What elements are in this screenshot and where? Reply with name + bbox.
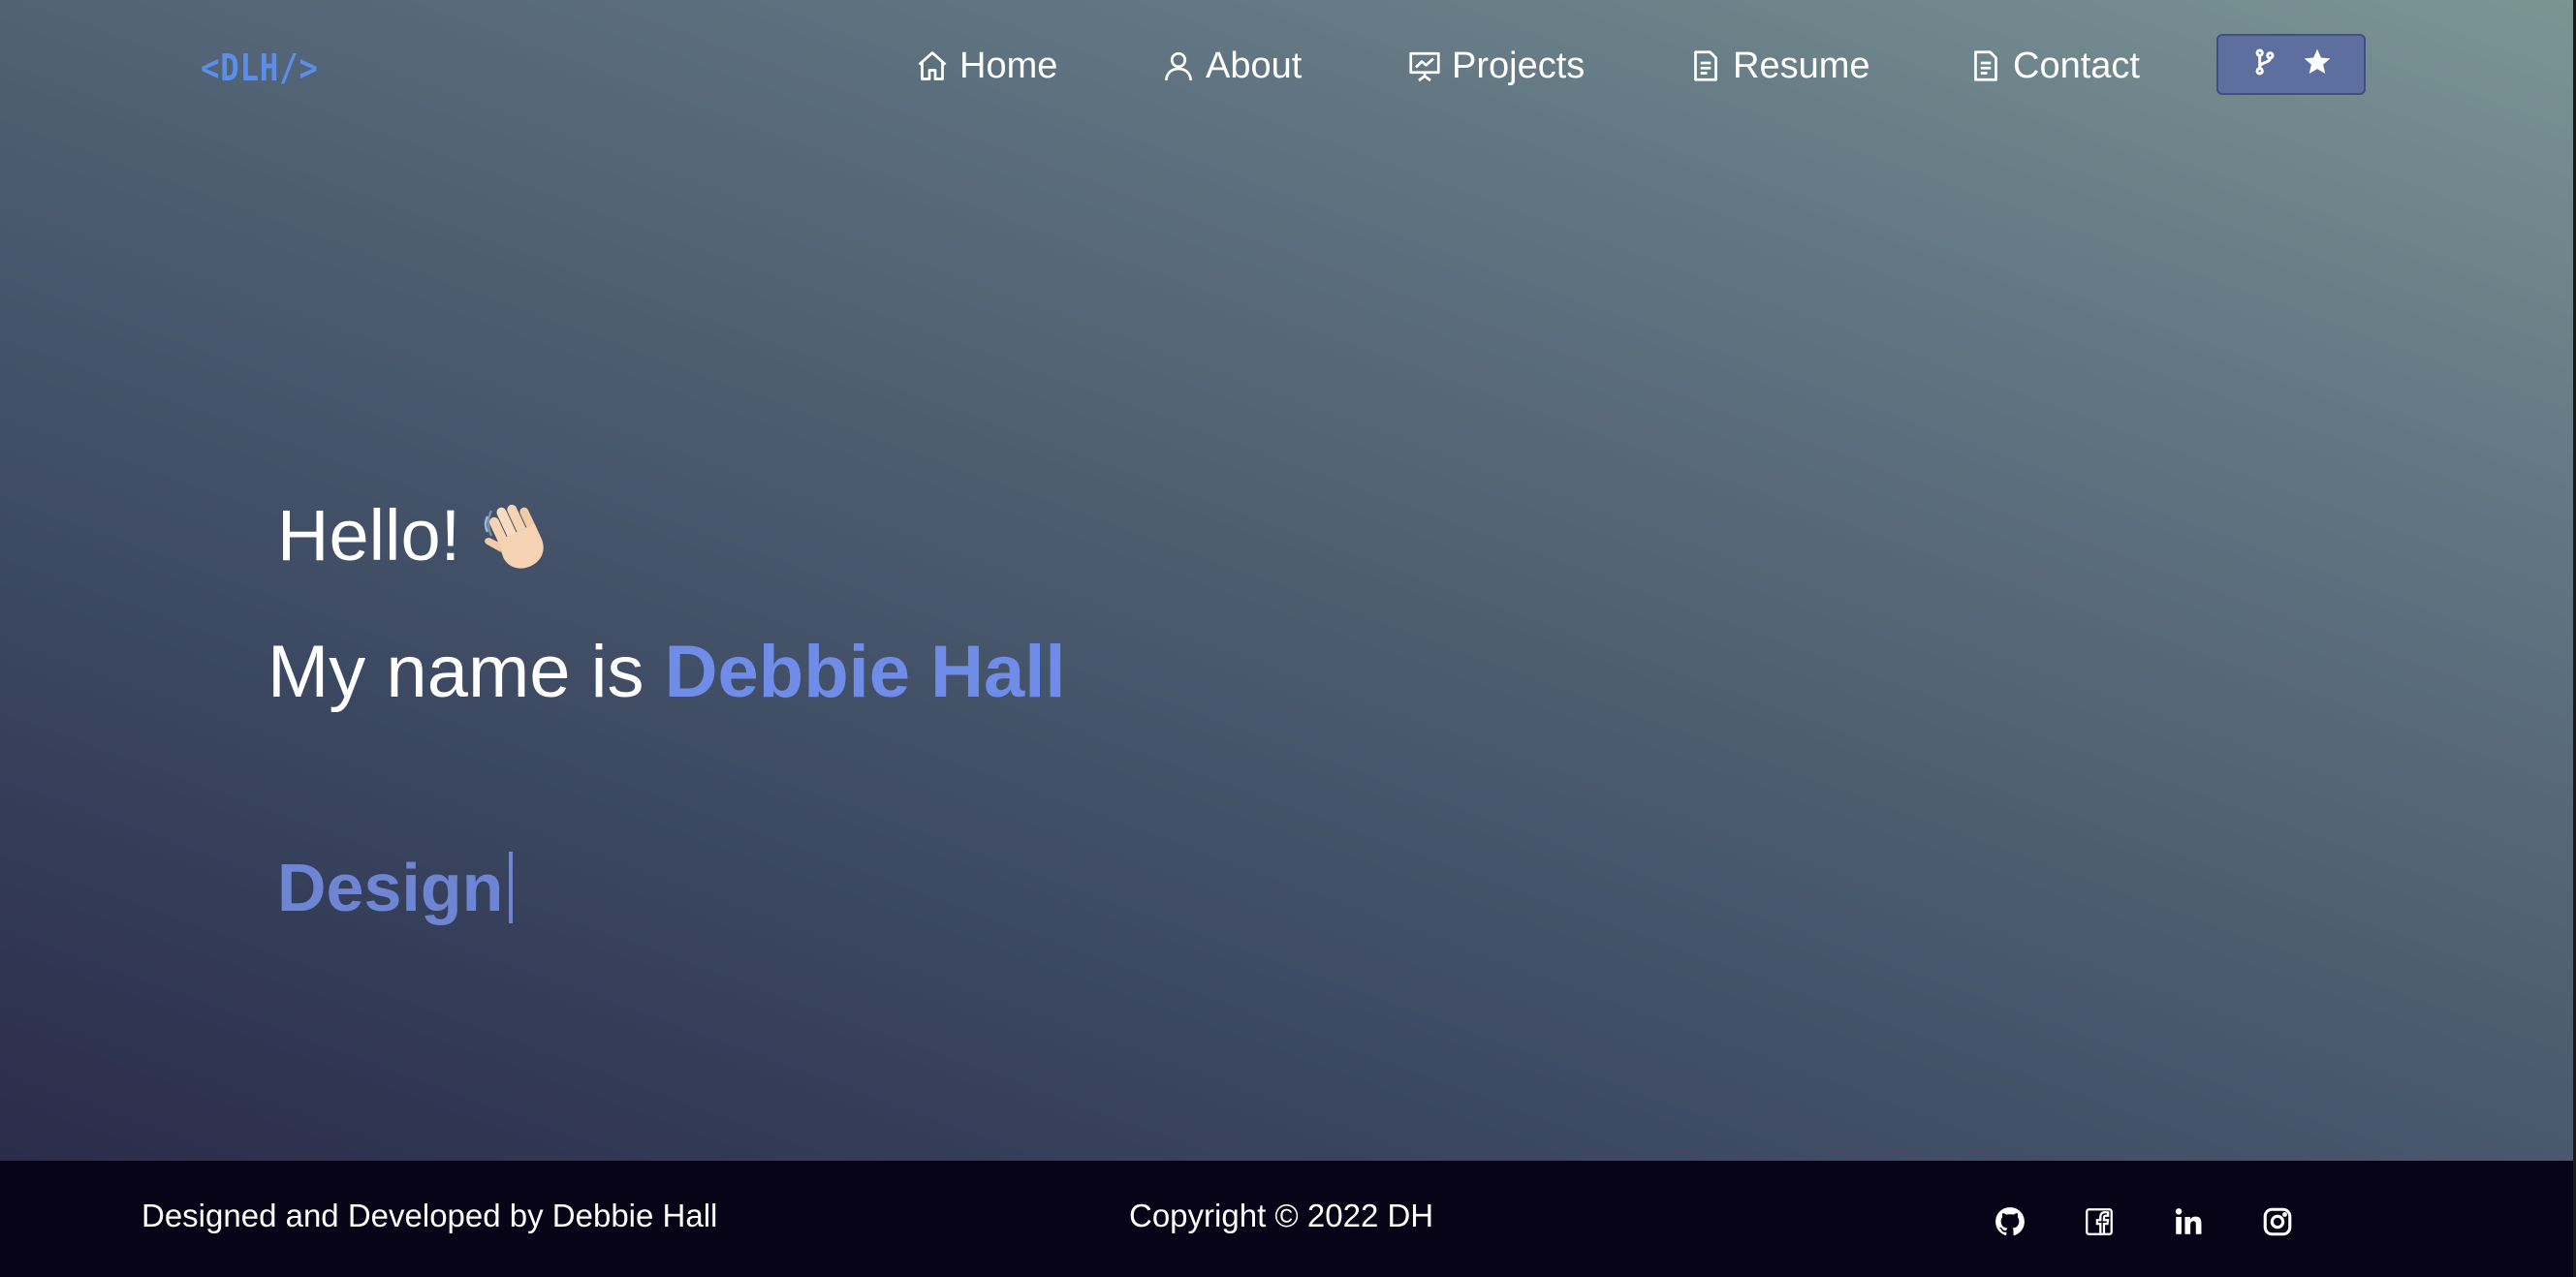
hero-section: <DLH/> Home About Projects Resume Contac… bbox=[0, 0, 2576, 1161]
document-icon bbox=[1968, 48, 2003, 83]
presentation-icon bbox=[1407, 48, 1442, 83]
text-cursor bbox=[509, 852, 514, 923]
footer-credit: Designed and Developed by Debbie Hall bbox=[141, 1198, 718, 1233]
typed-word: Design bbox=[277, 850, 504, 925]
document-icon bbox=[1688, 48, 1723, 83]
navbar: <DLH/> Home About Projects Resume Contac… bbox=[0, 0, 2576, 132]
site-logo[interactable]: <DLH/> bbox=[201, 47, 319, 89]
typewriter-text: Design bbox=[277, 849, 514, 926]
github-fork-star-button[interactable] bbox=[2216, 34, 2366, 95]
intro-prefix: My name is bbox=[267, 631, 665, 713]
nav-about[interactable]: About bbox=[1161, 41, 1302, 91]
intro-heading: My name is Debbie Hall bbox=[267, 630, 1066, 714]
nav-contact-label: Contact bbox=[2013, 45, 2140, 86]
greeting: Hello! bbox=[277, 494, 557, 576]
nav-projects-label: Projects bbox=[1452, 45, 1586, 86]
nav-contact[interactable]: Contact bbox=[1968, 41, 2140, 91]
github-icon[interactable] bbox=[1994, 1205, 2026, 1238]
person-name: Debbie Hall bbox=[664, 631, 1066, 713]
nav-projects[interactable]: Projects bbox=[1407, 41, 1585, 91]
waving-hand-icon bbox=[480, 497, 557, 575]
page: <DLH/> Home About Projects Resume Contac… bbox=[0, 0, 2576, 1277]
footer-copyright: Copyright © 2022 DH bbox=[1129, 1198, 1434, 1233]
nav-resume[interactable]: Resume bbox=[1688, 41, 1870, 91]
instagram-icon[interactable] bbox=[2261, 1205, 2294, 1238]
star-icon bbox=[2302, 47, 2333, 82]
linkedin-icon[interactable] bbox=[2172, 1205, 2205, 1238]
nav-about-label: About bbox=[1206, 45, 1303, 86]
facebook-icon[interactable] bbox=[2083, 1205, 2116, 1238]
greeting-text: Hello! bbox=[277, 495, 461, 576]
footer: Designed and Developed by Debbie Hall Co… bbox=[0, 1161, 2576, 1277]
home-icon bbox=[915, 48, 950, 83]
git-fork-icon bbox=[2249, 47, 2280, 82]
nav-home[interactable]: Home bbox=[915, 41, 1057, 91]
user-icon bbox=[1161, 48, 1196, 83]
nav-resume-label: Resume bbox=[1733, 45, 1870, 86]
nav-home-label: Home bbox=[959, 45, 1058, 86]
